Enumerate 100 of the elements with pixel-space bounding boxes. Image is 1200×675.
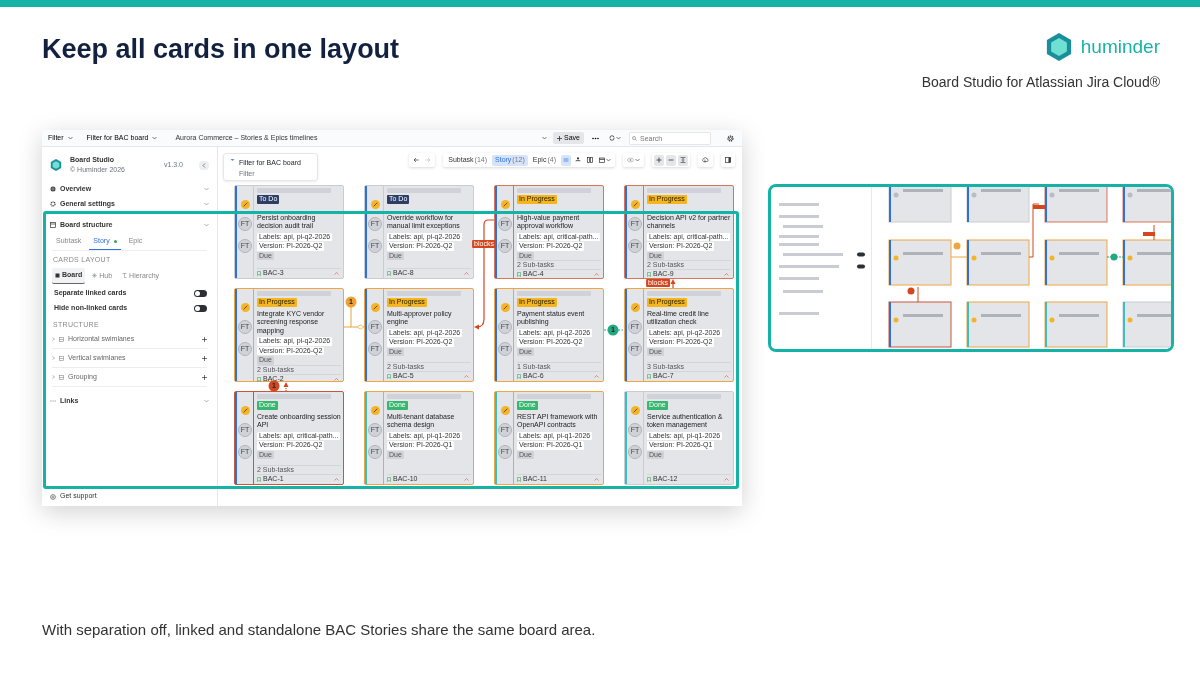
chevron-down-icon [204,399,209,403]
plus-icon [656,157,662,163]
plus-icon [202,374,207,380]
panel-icon [725,157,731,163]
panel-button[interactable] [723,154,733,166]
grid-icon [59,336,64,342]
priority-icon [464,375,469,378]
pencil-icon [500,200,510,209]
pencil-icon [500,303,510,312]
hub-icon [92,273,98,279]
chevron-left-icon [202,162,206,168]
chevron-down-icon [616,136,621,140]
toggle-switch[interactable] [194,289,207,297]
pencil-icon [500,406,510,415]
columns-icon [587,157,593,163]
brand-name: huminder [1080,35,1160,59]
bookmark-icon [647,374,651,379]
calendar-icon [599,157,605,163]
chevron-down-icon [204,187,209,191]
priority-icon [724,375,729,378]
link-line [603,329,624,331]
grid-icon [59,355,64,361]
arrow-right-icon [425,157,432,163]
bookmark-icon [387,477,391,482]
pencil-icon [370,303,380,312]
bookmark-icon [517,272,521,277]
help-icon [50,493,56,500]
cloud-icon [702,157,709,163]
chevron-down-icon [204,223,209,227]
slide-title: Keep all cards in one layout [42,33,400,66]
bookmark-icon [647,272,651,277]
bookmark-icon [257,376,261,382]
chevron-down-icon [230,158,235,162]
toggle-switch[interactable] [194,304,207,312]
priority-icon [464,478,469,481]
link-line [283,382,289,392]
pencil-icon [630,303,640,312]
chevron-down-icon [204,202,209,206]
search-icon [632,135,637,141]
link-line [343,306,365,330]
refresh-icon [609,135,615,141]
priority-icon [594,273,599,276]
link-line [670,279,676,289]
chevron-down-icon [152,136,158,140]
pencil-icon [370,406,380,415]
bookmark-icon [387,271,391,276]
settings-icon [50,201,56,207]
chevron-right-icon [52,375,55,379]
bookmark-icon [517,374,521,379]
plus-icon [202,336,207,342]
pencil-icon [240,200,250,209]
minus-icon [668,157,674,163]
bookmark-icon [517,477,521,482]
settings-button[interactable] [725,132,736,144]
settings-icon [727,134,734,142]
list-icon [563,157,569,163]
chevron-right-icon [52,337,55,341]
pencil-icon [630,406,640,415]
bookmark-icon [647,477,651,482]
app-logo-icon [50,159,62,171]
fit-icon [680,157,686,163]
chevron-down-icon [67,136,73,140]
priority-icon [464,272,469,275]
bookmark-icon [257,271,261,276]
refresh-button[interactable] [607,132,623,144]
priority-icon [334,478,339,481]
link-icon [50,399,56,403]
chevron-down-icon [606,158,611,162]
arrow-left-icon [413,157,420,163]
priority-icon [594,478,599,481]
globe-icon [50,186,56,192]
priority-icon [334,272,339,275]
bookmark-icon [257,477,261,482]
pencil-icon [370,200,380,209]
zoom-out-button[interactable] [666,154,676,166]
export-button[interactable] [700,154,711,166]
columns-view-button[interactable] [585,154,595,166]
pencil-icon [240,406,250,415]
fit-button[interactable] [678,154,688,166]
zoom-in-button[interactable] [654,154,664,166]
chevron-down-icon [635,158,640,162]
calendar-button[interactable] [597,154,613,166]
eye-icon [627,157,634,163]
pencil-icon [240,303,250,312]
more-icon [592,136,599,140]
chevron-right-icon [52,356,55,360]
priority-icon [334,377,339,381]
plus-icon [557,135,563,141]
chevron-down-icon [542,136,548,140]
priority-icon [724,273,729,276]
logo-icon [1044,33,1073,62]
bookmark-icon [387,374,391,379]
plus-icon [202,355,207,361]
priority-icon [594,375,599,378]
priority-icon [724,478,729,481]
caption: With separation off, linked and standalone BAC Stories share the same board area. [42,621,596,638]
pencil-icon [630,200,640,209]
slide-subtitle: Board Studio for Atlassian Jira Cloud® [921,72,1160,92]
board-icon [55,272,60,278]
board-icon [50,222,56,228]
